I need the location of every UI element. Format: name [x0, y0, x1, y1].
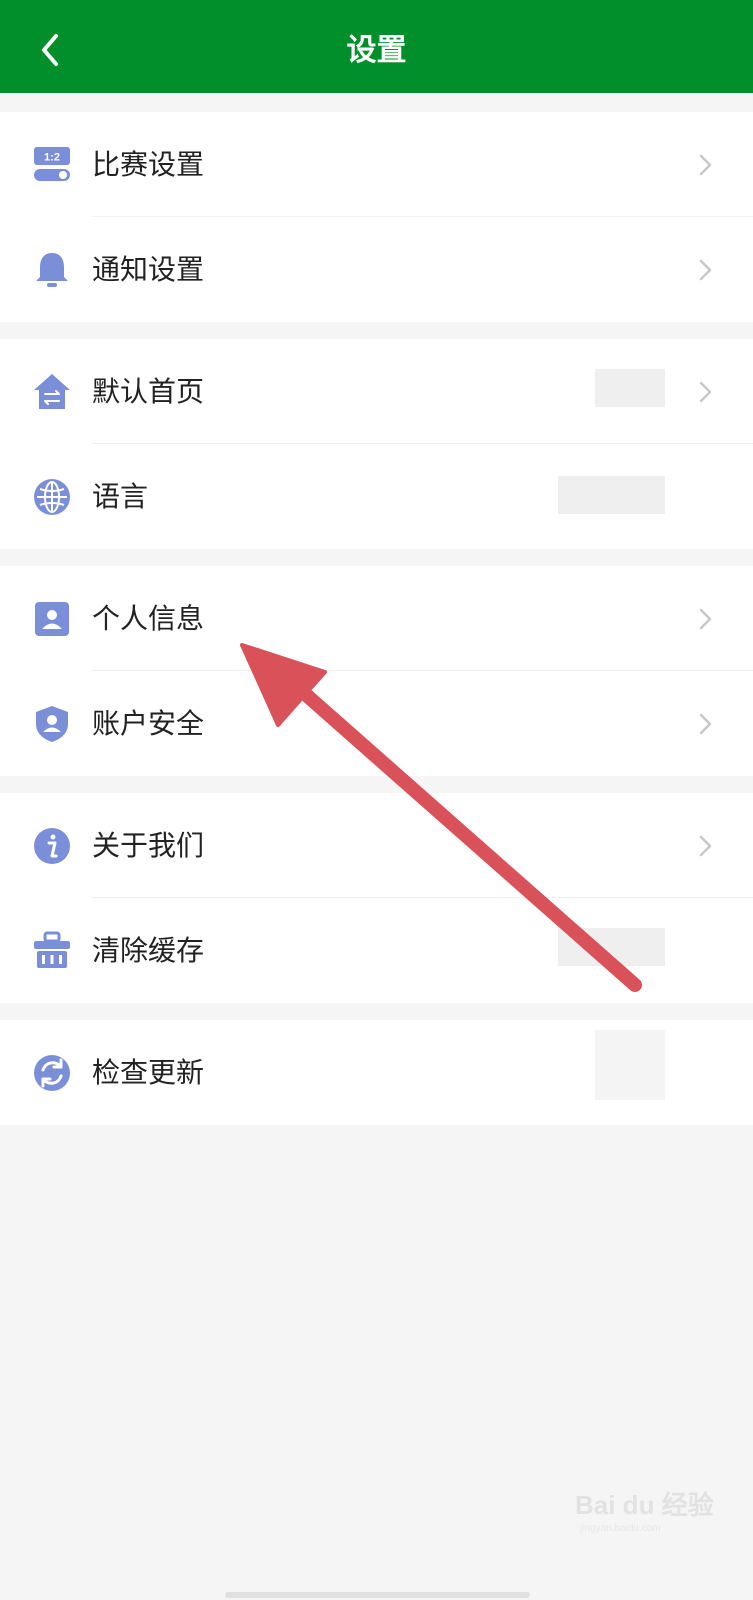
chevron-right-icon [699, 154, 712, 176]
redacted-value [595, 1030, 665, 1100]
refresh-icon [34, 1055, 70, 1091]
bell-icon [36, 253, 68, 287]
settings-row-label: 比赛设置 [92, 148, 205, 181]
basket-icon [34, 931, 70, 968]
chevron-right-icon [699, 381, 712, 403]
settings-row-label: 默认首页 [92, 375, 205, 408]
settings-group-display: 默认首页 语言 [0, 339, 753, 549]
settings-row-about[interactable]: 关于我们 [0, 793, 753, 898]
settings-row-label: 账户安全 [92, 707, 205, 740]
home-switch-icon [34, 374, 70, 409]
settings-row-default-home[interactable]: 默认首页 [0, 339, 753, 444]
settings-group-match: 1:2 比赛设置 通知设置 [0, 112, 753, 322]
chevron-right-icon [699, 713, 712, 735]
shield-user-icon [36, 706, 68, 742]
settings-row-personal-info[interactable]: 个人信息 [0, 566, 753, 671]
settings-row-label: 检查更新 [92, 1056, 205, 1089]
settings-row-check-update[interactable]: 检查更新 [0, 1020, 753, 1125]
settings-row-label: 关于我们 [92, 829, 205, 862]
baidu-watermark: Bai du 经验 [575, 1490, 714, 1520]
redacted-value [595, 369, 665, 407]
settings-row-label: 个人信息 [92, 602, 205, 635]
settings-row-match-settings[interactable]: 1:2 比赛设置 [0, 112, 753, 217]
settings-group-update: 检查更新 [0, 1020, 753, 1125]
person-card-icon [35, 602, 69, 636]
settings-row-notification[interactable]: 通知设置 [0, 217, 753, 322]
redacted-value [558, 928, 665, 966]
settings-row-label: 通知设置 [92, 253, 205, 286]
redacted-value [558, 476, 665, 514]
settings-row-label: 清除缓存 [92, 934, 205, 967]
chevron-right-icon [699, 835, 712, 857]
settings-row-account-security[interactable]: 账户安全 [0, 671, 753, 776]
settings-group-account: 个人信息 账户安全 [0, 566, 753, 776]
chevron-right-icon [699, 608, 712, 630]
settings-group-misc: 关于我们 清除缓存 [0, 793, 753, 1003]
scoreboard-toggle-icon: 1:2 [34, 147, 70, 181]
settings-row-language[interactable]: 语言 [0, 444, 753, 549]
chevron-right-icon [699, 259, 712, 281]
page-title: 设置 [346, 33, 407, 68]
info-icon [34, 828, 70, 864]
globe-icon [34, 479, 70, 515]
settings-row-clear-cache[interactable]: 清除缓存 [0, 898, 753, 1003]
home-indicator[interactable] [225, 1592, 530, 1598]
app-header: 设置 [0, 0, 753, 93]
svg-text:1:2: 1:2 [44, 152, 60, 164]
watermark-url: jingyan.baidu.com [580, 1523, 661, 1534]
settings-row-label: 语言 [92, 480, 149, 513]
